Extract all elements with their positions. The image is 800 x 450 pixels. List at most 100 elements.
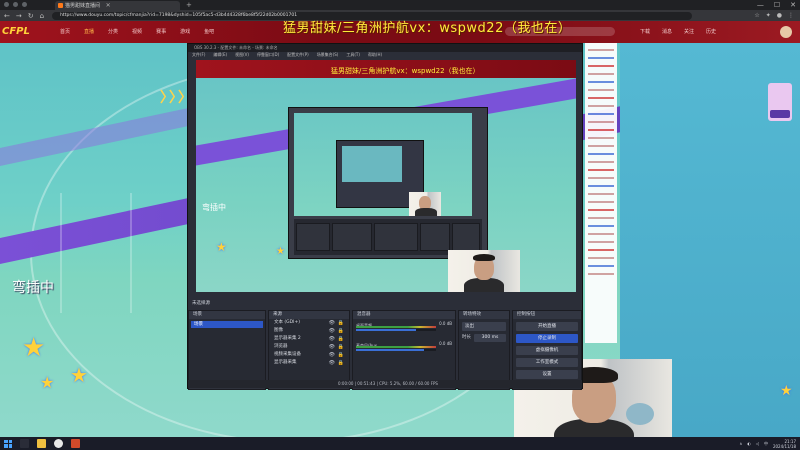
chrome-icon[interactable]	[54, 439, 63, 448]
close-window-button[interactable]: ✕	[790, 0, 796, 10]
star-icon: ★	[276, 246, 285, 257]
obs-window[interactable]: OBS 30.2.3 - 配置文件: 未命名 - 场景: 未命名 文件(F) 编…	[187, 43, 583, 390]
obs-menu-item[interactable]: 配置文件(P)	[287, 52, 309, 58]
volume-icon[interactable]: ◁	[756, 441, 759, 446]
minimize-button[interactable]: —	[757, 0, 764, 10]
channel-db: 0.0 dB	[439, 341, 452, 346]
gift-button[interactable]	[770, 110, 790, 118]
nested-webcam	[448, 250, 520, 292]
obs-taskbar-icon[interactable]	[71, 439, 80, 448]
start-button-icon[interactable]	[4, 439, 12, 448]
tray-chevron-icon[interactable]: ∧	[739, 441, 742, 446]
close-tab-icon[interactable]: ✕	[106, 2, 111, 9]
lock-icon: 🔒	[337, 320, 344, 326]
obs-menu-item[interactable]: 视图(V)	[235, 52, 249, 58]
obs-menu-bar: 文件(F) 编辑(E) 视图(V) 停靠窗口(D) 配置文件(P) 场景集合(S…	[188, 52, 582, 58]
user-avatar[interactable]	[780, 26, 792, 38]
source-item[interactable]: 视频采集设备 👁 🔒	[269, 351, 349, 359]
bookmark-star-icon[interactable]: ☆	[754, 12, 759, 19]
lock-icon: 🔒	[337, 352, 344, 358]
studio-mode-button[interactable]: 工作室模式	[516, 358, 578, 367]
nav-item[interactable]: 首页	[60, 28, 70, 35]
visibility-eye-icon: 👁	[328, 336, 335, 342]
nav-item[interactable]: 鱼吧	[204, 28, 214, 35]
nested-status-text: 弯插中	[202, 203, 226, 212]
stop-recording-button[interactable]: 停止录制	[516, 334, 578, 343]
channel-db: 0.0 dB	[439, 321, 452, 326]
audio-mixer-dock: 混音器 桌面音频 0.0 dB 麦克风/Aux 0.0 dB ⚙ ⋮	[352, 310, 456, 390]
nested-obs-preview	[294, 113, 472, 216]
volume-fill	[356, 329, 416, 331]
lock-icon: 🔒	[337, 344, 344, 350]
visibility-eye-icon: 👁	[328, 360, 335, 366]
controls-dock: 控制按钮 开始直播 停止录制 虚拟摄像机 工作室模式 设置	[512, 310, 582, 390]
scenes-dock-title: 场景	[189, 311, 265, 319]
sources-dock: 来源 文本 (GDI+) 👁 🔒 图像 👁 🔒 显示器采集 2 👁 🔒 浏览器 👁 🔒 视频采集…	[268, 310, 350, 390]
transitions-dock: 转场特效 淡出 时长 300 ms	[458, 310, 510, 390]
download-link[interactable]: 下载	[640, 28, 650, 35]
star-icon: ★	[780, 383, 793, 399]
gift-panel[interactable]	[768, 83, 792, 121]
duration-input[interactable]: 300 ms	[474, 334, 506, 342]
start-streaming-button[interactable]: 开始直播	[516, 322, 578, 331]
reload-icon[interactable]: ↻	[28, 12, 34, 20]
maximize-button[interactable]: ☐	[774, 0, 780, 10]
visibility-eye-icon: 👁	[328, 344, 335, 350]
profile-icon[interactable]: ●	[777, 12, 782, 19]
message-link[interactable]: 消息	[662, 28, 672, 35]
follow-link[interactable]: 关注	[684, 28, 694, 35]
no-source-label: 未选择源	[192, 301, 210, 306]
file-explorer-icon[interactable]	[37, 439, 46, 448]
nav-item[interactable]: 赛事	[156, 28, 166, 35]
source-item[interactable]: 文本 (GDI+) 👁 🔒	[269, 319, 349, 327]
clock[interactable]: 21:17 2024/11/18	[773, 439, 796, 449]
star-icon: ★	[22, 333, 46, 363]
obs-menu-item[interactable]: 编辑(E)	[213, 52, 227, 58]
nav-item[interactable]: 游戏	[180, 28, 190, 35]
network-icon[interactable]: ◐	[747, 441, 751, 446]
obs-menu-item[interactable]: 工具(T)	[346, 52, 360, 58]
nested-overlay-title: 猛男甜妹/三角洲护航vx：wspwd22（我也在）	[331, 67, 480, 75]
lock-icon: 🔒	[337, 360, 344, 366]
chat-panel	[585, 43, 617, 343]
obs-menu-item[interactable]: 场景集合(S)	[317, 52, 339, 58]
tab-title: 猫男甜妹直播间	[65, 2, 101, 9]
site-favicon-icon	[58, 2, 63, 8]
menu-icon[interactable]: ⋮	[788, 12, 794, 19]
search-icon[interactable]	[20, 439, 29, 448]
back-icon[interactable]: ←	[4, 12, 10, 20]
source-item[interactable]: 显示器采集 2 👁 🔒	[269, 335, 349, 343]
settings-button[interactable]: 设置	[516, 370, 578, 379]
site-logo[interactable]: CFPL	[2, 24, 47, 40]
sources-dock-title: 来源	[269, 311, 349, 319]
virtual-camera-button[interactable]: 虚拟摄像机	[516, 346, 578, 355]
site-user-links: 下载 消息 关注 历史	[640, 28, 716, 35]
obs-preview[interactable]: 〉〉〉〉 猛男甜妹/三角洲护航vx：wspwd22（我也在） 弯插中 ★ ★	[196, 60, 576, 292]
forward-icon[interactable]: →	[16, 12, 22, 20]
source-item[interactable]: 浏览器 👁 🔒	[269, 343, 349, 351]
obs-menu-item[interactable]: 停靠窗口(D)	[257, 52, 279, 58]
nav-item[interactable]: 直播	[84, 28, 94, 35]
nav-item[interactable]: 分类	[108, 28, 118, 35]
input-language[interactable]: 中	[764, 441, 768, 447]
window-dots	[4, 2, 27, 7]
pillar-decoration	[130, 193, 132, 313]
nav-item[interactable]: 视频	[132, 28, 142, 35]
source-item[interactable]: 图像 👁 🔒	[269, 327, 349, 335]
source-item[interactable]: 显示器采集 👁 🔒	[269, 359, 349, 367]
obs-menu-item[interactable]: 帮助(H)	[368, 52, 382, 58]
extensions-icon[interactable]: ✦	[766, 12, 771, 19]
transitions-dock-title: 转场特效	[459, 311, 509, 319]
new-tab-button[interactable]: +	[186, 1, 192, 9]
transition-type-select[interactable]: 淡出	[462, 322, 506, 331]
star-icon: ★	[40, 373, 55, 392]
scene-item[interactable]: 场景	[191, 321, 263, 328]
mixer-channel-mic[interactable]: 麦克风/Aux 0.0 dB	[356, 341, 452, 351]
obs-menu-item[interactable]: 文件(F)	[192, 52, 205, 58]
home-icon[interactable]: ⌂	[40, 12, 44, 20]
pillar-decoration	[60, 193, 62, 313]
history-link[interactable]: 历史	[706, 28, 716, 35]
window-controls: — ☐ ✕	[757, 0, 796, 10]
mixer-channel-desktop[interactable]: 桌面音频 0.0 dB	[356, 321, 452, 331]
browser-tab[interactable]: 猫男甜妹直播间 ✕	[55, 0, 180, 10]
